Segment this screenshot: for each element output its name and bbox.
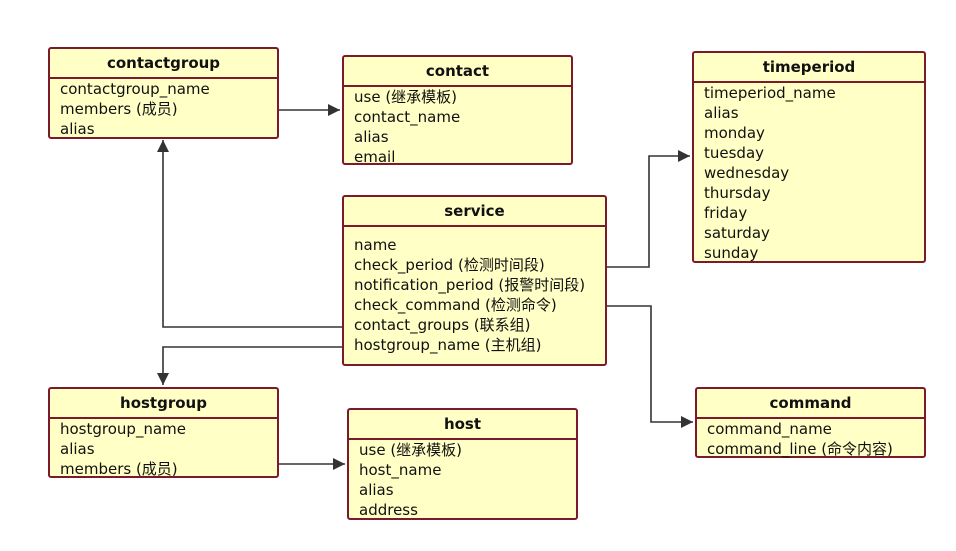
field-item: wednesday xyxy=(704,164,790,182)
field-item: thursday xyxy=(704,184,771,202)
field-item: alias xyxy=(704,104,739,122)
field-item: monday xyxy=(704,124,765,142)
field-item: address xyxy=(359,501,418,519)
field-item: alias xyxy=(60,440,95,458)
field-item: contact_groups (联系组) xyxy=(354,316,531,334)
field-item: alias xyxy=(60,120,95,138)
field-list: contactgroup_name members (成员) alias xyxy=(50,79,277,139)
entity-service[interactable]: service name check_period (检测时间段) notifi… xyxy=(342,195,607,366)
entity-title: command xyxy=(697,389,924,419)
entity-timeperiod[interactable]: timeperiod timeperiod_name alias monday … xyxy=(692,51,926,263)
field-item: hostgroup_name xyxy=(60,420,186,438)
entity-hostgroup[interactable]: hostgroup hostgroup_name alias members (… xyxy=(48,387,279,478)
field-item: use (继承模板) xyxy=(354,88,458,106)
entity-title: host xyxy=(349,410,576,440)
field-item: email xyxy=(354,148,396,166)
field-item: check_command (检测命令) xyxy=(354,296,557,314)
field-item: sunday xyxy=(704,244,759,262)
field-list: name check_period (检测时间段) notification_p… xyxy=(344,227,605,355)
field-item: host_name xyxy=(359,461,442,479)
field-item: command_line (命令内容) xyxy=(707,440,893,458)
field-item: timeperiod_name xyxy=(704,84,836,102)
field-item: contactgroup_name xyxy=(60,80,210,98)
field-list: command_name command_line (命令内容) xyxy=(697,419,924,459)
entity-contactgroup[interactable]: contactgroup contactgroup_name members (… xyxy=(48,47,279,139)
field-list: hostgroup_name alias members (成员) xyxy=(50,419,277,479)
field-item: members (成员) xyxy=(60,100,178,118)
field-item: alias xyxy=(359,481,394,499)
field-item: members (成员) xyxy=(60,460,178,478)
link-service-to-timeperiod xyxy=(607,150,690,268)
entity-title: service xyxy=(344,197,605,227)
entity-title: contactgroup xyxy=(50,49,277,79)
link-service-to-command xyxy=(607,305,693,428)
field-item: command_name xyxy=(707,420,832,438)
entity-title: timeperiod xyxy=(694,53,924,83)
field-item: alias xyxy=(354,128,389,146)
field-item: contact_name xyxy=(354,108,461,126)
entity-host[interactable]: host use (继承模板) host_name alias address xyxy=(347,408,578,520)
entity-contact[interactable]: contact use (继承模板) contact_name alias em… xyxy=(342,55,573,167)
link-service-to-contactgroup xyxy=(157,140,342,328)
field-item: use (继承模板) xyxy=(359,441,463,459)
field-item: name xyxy=(354,236,397,254)
field-item: check_period (检测时间段) xyxy=(354,256,545,274)
field-item: hostgroup_name (主机组) xyxy=(354,336,542,354)
field-list: timeperiod_name alias monday tuesday wed… xyxy=(694,83,924,263)
entity-title: hostgroup xyxy=(50,389,277,419)
field-item: friday xyxy=(704,204,748,222)
entity-title: contact xyxy=(344,57,571,87)
field-item: saturday xyxy=(704,224,770,242)
link-service-to-hostgroup xyxy=(157,346,342,385)
field-list: use (继承模板) host_name alias address xyxy=(349,440,576,520)
field-item: notification_period (报警时间段) xyxy=(354,276,586,294)
field-item: tuesday xyxy=(704,144,765,162)
entity-command[interactable]: command command_name command_line (命令内容) xyxy=(695,387,926,458)
field-list: use (继承模板) contact_name alias email xyxy=(344,87,571,167)
